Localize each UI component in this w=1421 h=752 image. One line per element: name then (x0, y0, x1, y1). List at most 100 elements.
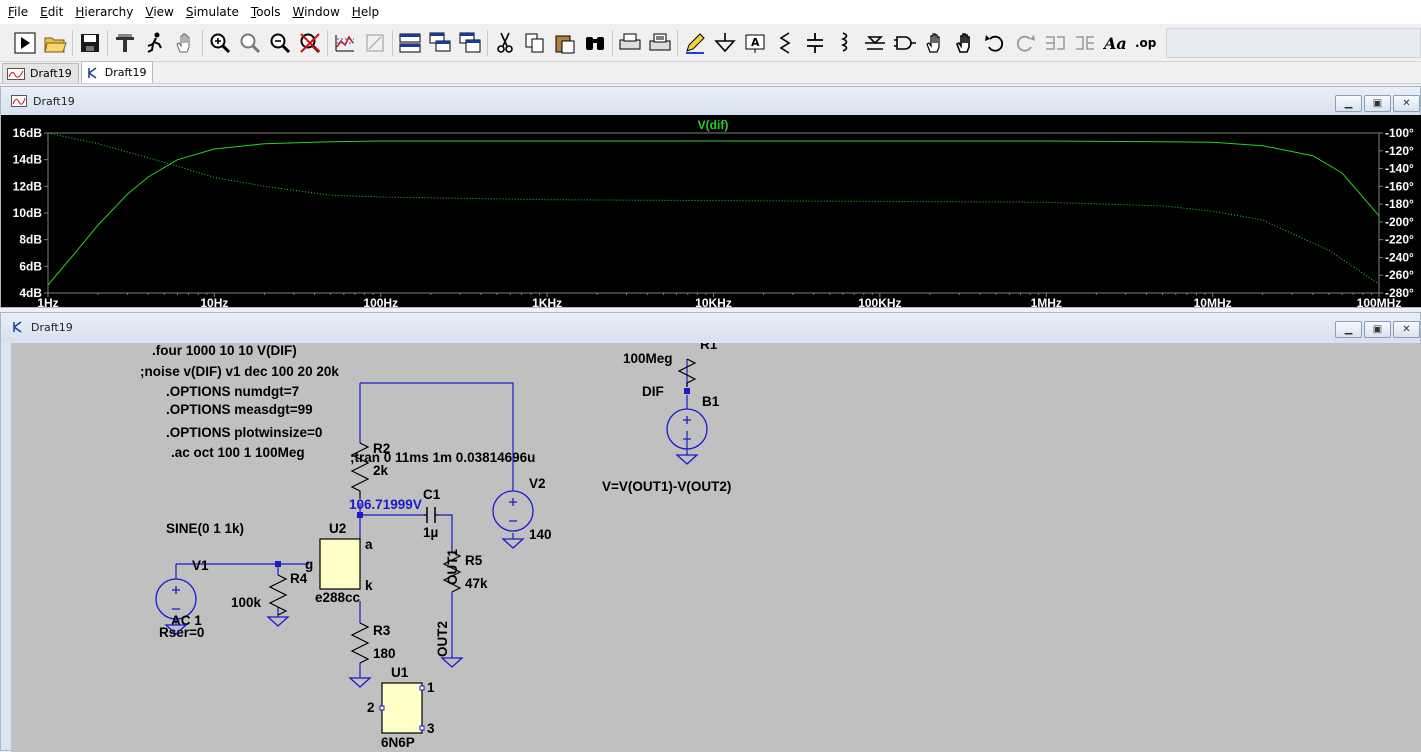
restore-button[interactable]: ▣ (1364, 321, 1391, 338)
tab-schematic-draft19[interactable]: Draft19 (80, 61, 154, 83)
autorange-button[interactable] (330, 27, 360, 59)
spice-directive[interactable]: .OPTIONS numdgt=7 (166, 384, 299, 399)
restore-button[interactable]: ▣ (1364, 95, 1391, 112)
cascade-icon (429, 32, 451, 51)
move-button[interactable] (920, 27, 950, 59)
capacitor-button[interactable] (800, 27, 830, 59)
tube-u2-pin-g: g (305, 557, 313, 572)
move-icon (926, 32, 940, 53)
redo-button[interactable] (1010, 27, 1040, 59)
ground-symbol (266, 616, 290, 627)
spice-directive[interactable]: .four 1000 10 10 V(DIF) (152, 343, 297, 358)
run-icon (14, 32, 36, 53)
spice-directive[interactable]: .OPTIONS plotwinsize=0 (166, 425, 322, 440)
tube-u1-pin-1: 1 (427, 680, 435, 695)
node-voltage-label: 106.71999V (349, 497, 422, 512)
net-label-out1[interactable]: OUT1 (445, 549, 460, 585)
autorange-icon (335, 34, 354, 51)
y-right-tick-label: -100° (1385, 126, 1414, 140)
source-v2-value: 140 (529, 527, 552, 542)
run-button[interactable] (10, 27, 40, 59)
capacitor-c1[interactable] (424, 507, 438, 523)
undo-icon (985, 34, 1004, 52)
close-button[interactable]: ✕ (1393, 321, 1420, 338)
spice-comment[interactable]: ;noise v(DIF) v1 dec 100 20 20k (140, 364, 339, 379)
mirror-button[interactable] (1070, 27, 1100, 59)
rotate-button[interactable] (1040, 27, 1070, 59)
minimize-button[interactable]: ▁ (1335, 95, 1362, 112)
pan-button[interactable] (170, 27, 200, 59)
fit-icon (366, 34, 384, 51)
text-button[interactable]: Aa (1100, 27, 1130, 59)
zoom-out-button[interactable] (265, 27, 295, 59)
component-button[interactable] (890, 27, 920, 59)
cut-button[interactable] (490, 27, 520, 59)
tube-u2[interactable] (319, 538, 361, 590)
pencil-icon (686, 32, 705, 54)
junction-dot (275, 561, 281, 567)
paste-button[interactable] (550, 27, 580, 59)
menu-window[interactable]: Window (286, 5, 345, 19)
label-net-button[interactable]: A (740, 27, 770, 59)
find-button[interactable] (580, 27, 610, 59)
cascade-button[interactable] (425, 27, 455, 59)
waveform-window-titlebar[interactable]: Draft19 (1, 87, 1420, 115)
spice-directive[interactable]: .OPTIONS measdgt=99 (166, 402, 313, 417)
schematic-window-titlebar[interactable]: Draft19 (1, 313, 1420, 341)
open-button[interactable] (40, 27, 70, 59)
undo-button[interactable] (980, 27, 1010, 59)
menu-help[interactable]: Help (346, 5, 385, 19)
save-button[interactable] (75, 27, 105, 59)
resistor-r1-name: R1 (700, 343, 718, 352)
menu-tools[interactable]: Tools (245, 5, 287, 19)
waveform-plot[interactable]: V(dif) 1Hz 10Hz 100Hz 1KHz 10KHz 100KHz 1MHz 10… (1, 115, 1421, 310)
junction-dot (357, 512, 363, 518)
zoom-in-button[interactable] (205, 27, 235, 59)
minimize-button[interactable]: ▁ (1335, 321, 1362, 338)
draw-wire-button[interactable] (680, 27, 710, 59)
pin-marker (379, 705, 385, 711)
source-v1-rser: Rser=0 (159, 625, 204, 640)
source-b1-expression[interactable]: V=V(OUT1)-V(OUT2) (602, 479, 731, 494)
tab-waveform-draft19[interactable]: Draft19 (2, 63, 79, 83)
print-button[interactable] (615, 27, 645, 59)
open-icon (44, 37, 67, 52)
halt-button[interactable] (140, 27, 170, 59)
drag-button[interactable] (950, 27, 980, 59)
tile-vertical-button[interactable] (455, 27, 485, 59)
resistor-r3[interactable] (350, 622, 370, 664)
zoom-full-button[interactable] (235, 27, 265, 59)
control-panel-button[interactable] (110, 27, 140, 59)
menu-file[interactable]: File (2, 5, 34, 19)
net-label-out2[interactable]: OUT2 (435, 621, 450, 657)
resistor-r4-name: R4 (290, 571, 308, 586)
zoom-cancel-button[interactable] (295, 27, 325, 59)
y-right-tick-label: -280° (1385, 286, 1414, 300)
schematic-canvas[interactable]: .four 1000 10 10 V(DIF) ;noise v(DIF) v1… (11, 343, 1421, 752)
menu-edit[interactable]: Edit (34, 5, 69, 19)
series-line-phase (47, 132, 1380, 285)
copy-button[interactable] (520, 27, 550, 59)
print-setup-button[interactable] (645, 27, 675, 59)
tile-horizontal-button[interactable] (395, 27, 425, 59)
net-label-dif[interactable]: DIF (642, 384, 664, 399)
redo-icon (1016, 34, 1035, 52)
tube-u1-pin-2: 2 (367, 700, 375, 715)
spice-directive-button[interactable]: .op (1130, 27, 1160, 59)
waveform-window: Draft19 ▁ ▣ ✕ V(dif) 1Hz 10Hz 100Hz 1KHz 10K… (0, 86, 1421, 310)
inductor-button[interactable] (830, 27, 860, 59)
resistor-button[interactable] (770, 27, 800, 59)
fit-button[interactable] (360, 27, 390, 59)
voltage-source-v2[interactable] (492, 490, 534, 532)
menu-hierarchy[interactable]: Hierarchy (69, 5, 139, 19)
menu-simulate[interactable]: Simulate (180, 5, 245, 19)
tile-horizontal-icon (399, 33, 421, 52)
menu-view[interactable]: View (139, 5, 179, 19)
spice-directive[interactable]: .ac oct 100 1 100Meg (171, 445, 305, 460)
close-button[interactable]: ✕ (1393, 95, 1420, 112)
pin-marker (419, 725, 425, 731)
ground-button[interactable] (710, 27, 740, 59)
restore-icon: ▣ (1372, 98, 1383, 109)
tube-u1[interactable] (381, 682, 423, 734)
diode-button[interactable] (860, 27, 890, 59)
